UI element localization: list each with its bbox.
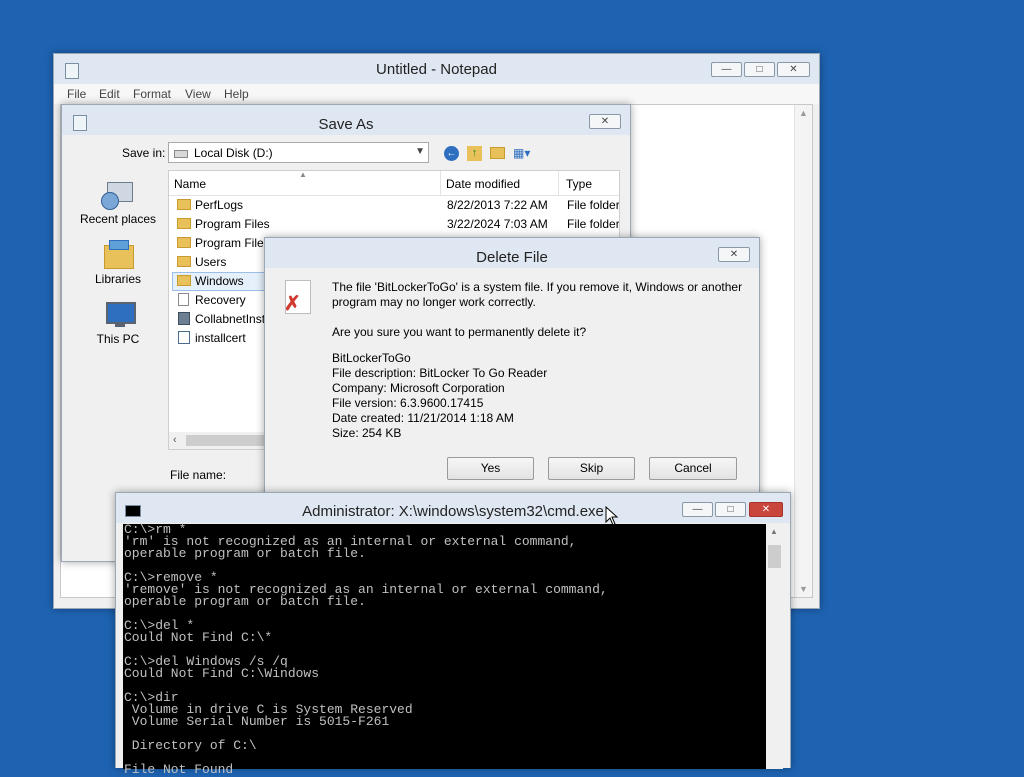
column-date[interactable]: Date modified <box>446 177 520 191</box>
notepad-title: Untitled - Notepad <box>376 61 497 78</box>
folder-icon <box>177 275 191 286</box>
place-libraries-label: Libraries <box>94 272 142 286</box>
file-list-header: Name ▲ Date modified Type <box>169 171 619 196</box>
chevron-down-icon[interactable]: ▼ <box>415 146 425 157</box>
cmd-vertical-scrollbar[interactable]: ▲ <box>766 524 783 769</box>
detail-version: File version: 6.3.9600.17415 <box>332 396 484 410</box>
file-name: Recovery <box>195 293 246 307</box>
new-folder-icon[interactable] <box>490 147 505 159</box>
notepad-menubar: File Edit Format View Help <box>54 84 819 104</box>
file-name: installcert <box>195 331 246 345</box>
cmd-scroll-up-icon[interactable]: ▲ <box>770 527 778 536</box>
file-details: BitLockerToGo File description: BitLocke… <box>332 351 547 441</box>
file-name: Program Files <box>195 236 270 250</box>
notepad-titlebar[interactable]: Untitled - Notepad — □ ✕ <box>54 54 819 84</box>
recent-places-icon <box>101 180 135 210</box>
file-date: 8/22/2013 7:22 AM <box>447 198 548 212</box>
file-name: Users <box>195 255 227 269</box>
installer-icon <box>178 312 190 325</box>
folder-icon <box>177 237 191 248</box>
delete-message: The file 'BitLockerToGo' is a system fil… <box>332 280 743 309</box>
notepad-vertical-scrollbar[interactable]: ▲ ▼ <box>794 105 812 597</box>
place-this-pc-label: This PC <box>96 332 140 346</box>
detail-description: File description: BitLocker To Go Reader <box>332 366 548 380</box>
column-type[interactable]: Type <box>566 177 592 191</box>
delete-file-dialog: Delete File ✕ ✗ The file 'BitLockerToGo'… <box>264 237 760 502</box>
delete-dialog-close-button[interactable]: ✕ <box>718 247 750 262</box>
cancel-button[interactable]: Cancel <box>649 457 737 480</box>
column-divider[interactable] <box>558 171 559 195</box>
save-in-value: Local Disk (D:) <box>194 146 273 160</box>
save-as-close-button[interactable]: ✕ <box>589 114 621 129</box>
menu-file[interactable]: File <box>67 87 86 101</box>
menu-help[interactable]: Help <box>224 87 249 101</box>
view-menu-icon[interactable]: ▦▾ <box>513 146 537 161</box>
scroll-left-icon[interactable]: ‹ <box>173 434 177 446</box>
file-name: PerfLogs <box>195 198 244 212</box>
folder-icon <box>177 218 191 229</box>
up-folder-icon[interactable]: ↑ <box>467 146 482 161</box>
script-icon <box>178 331 190 344</box>
maximize-button[interactable]: □ <box>744 62 775 77</box>
place-libraries[interactable]: Libraries <box>72 240 164 286</box>
mouse-cursor-icon <box>605 506 619 526</box>
sort-up-icon: ▲ <box>299 170 307 179</box>
detail-file-name: BitLockerToGo <box>332 351 411 365</box>
cmd-titlebar[interactable]: Administrator: X:\windows\system32\cmd.e… <box>116 493 790 523</box>
delete-dialog-titlebar[interactable]: Delete File ✕ <box>265 238 759 268</box>
save-in-dropdown[interactable]: Local Disk (D:) ▼ <box>168 142 429 163</box>
cmd-scroll-thumb[interactable] <box>768 545 781 568</box>
column-name[interactable]: Name <box>174 177 206 191</box>
save-as-title: Save As <box>318 116 374 133</box>
file-icon <box>178 293 189 306</box>
yes-button[interactable]: Yes <box>447 457 534 480</box>
delete-dialog-title: Delete File <box>476 249 548 266</box>
file-name: Windows <box>195 274 244 288</box>
skip-button[interactable]: Skip <box>548 457 635 480</box>
scroll-down-icon[interactable]: ▼ <box>795 584 812 594</box>
file-row[interactable]: PerfLogs 8/22/2013 7:22 AM File folder <box>169 196 619 215</box>
back-icon[interactable]: ← <box>444 146 459 161</box>
column-divider[interactable] <box>440 171 441 195</box>
scroll-up-icon[interactable]: ▲ <box>795 108 812 118</box>
file-date: 3/22/2024 7:03 AM <box>447 217 548 231</box>
drive-icon <box>174 150 188 158</box>
folder-icon <box>177 256 191 267</box>
console-output: C:\>rm * 'rm' is not recognized as an in… <box>124 522 608 777</box>
file-type: File folder <box>567 217 620 231</box>
cmd-minimize-button[interactable]: — <box>682 502 713 517</box>
save-in-label: Save in: <box>122 146 166 160</box>
detail-company: Company: Microsoft Corporation <box>332 381 505 395</box>
delete-warning-icon: ✗ <box>284 280 311 314</box>
detail-date-created: Date created: 11/21/2014 1:18 AM <box>332 411 514 425</box>
place-recent-label: Recent places <box>79 212 157 226</box>
menu-edit[interactable]: Edit <box>99 87 120 101</box>
file-name-label: File name: <box>170 468 227 482</box>
save-as-titlebar[interactable]: Save As ✕ <box>62 105 630 135</box>
desktop: { "notepad": { "title": "Untitled - Note… <box>0 0 1024 776</box>
cmd-close-button[interactable]: ✕ <box>749 502 783 517</box>
file-row[interactable]: Program Files 3/22/2024 7:03 AM File fol… <box>169 215 619 234</box>
file-name: Program Files <box>195 217 270 231</box>
delete-question: Are you sure you want to permanently del… <box>332 325 587 339</box>
minimize-button[interactable]: — <box>711 62 742 77</box>
folder-icon <box>177 199 191 210</box>
libraries-icon <box>101 240 135 270</box>
file-type: File folder <box>567 198 620 212</box>
place-this-pc[interactable]: This PC <box>72 300 164 346</box>
cmd-window: Administrator: X:\windows\system32\cmd.e… <box>115 492 791 776</box>
menu-format[interactable]: Format <box>133 87 171 101</box>
close-button[interactable]: ✕ <box>777 62 810 77</box>
menu-view[interactable]: View <box>185 87 211 101</box>
file-name: CollabnetInst <box>195 312 266 326</box>
place-recent[interactable]: Recent places <box>72 180 164 226</box>
cmd-maximize-button[interactable]: □ <box>715 502 746 517</box>
detail-size: Size: 254 KB <box>332 426 402 440</box>
this-pc-icon <box>101 300 136 330</box>
